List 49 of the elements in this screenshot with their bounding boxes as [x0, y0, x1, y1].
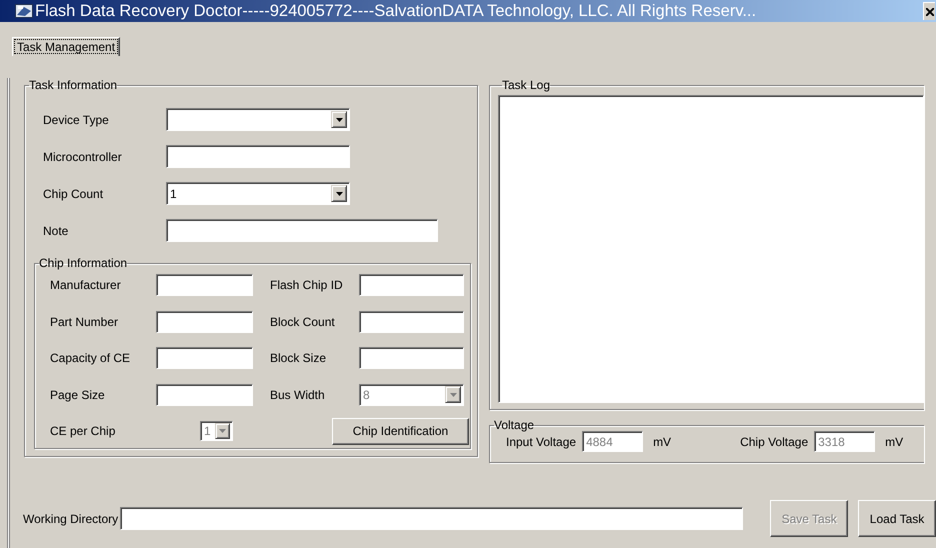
unit-label: mV: [885, 434, 904, 448]
field-label: Block Count: [270, 314, 336, 328]
text-field[interactable]: [156, 384, 253, 406]
field-label: Bus Width: [270, 388, 326, 402]
field-label: Manufacturer: [50, 278, 122, 292]
dropdown-button[interactable]: [331, 185, 347, 202]
text-field[interactable]: [120, 507, 744, 530]
task-button[interactable]: Load Task: [858, 500, 936, 537]
field-label: Capacity of CE: [50, 351, 132, 365]
text-field[interactable]: [156, 274, 253, 296]
field-label: Flash Chip ID: [270, 278, 344, 292]
close-icon: [926, 8, 934, 16]
app-icon: [15, 3, 33, 19]
text-field: 4884: [582, 431, 644, 452]
field-label: Page Size: [50, 388, 106, 402]
tab[interactable]: Task Management: [12, 37, 120, 56]
field-label: Microcontroller: [43, 150, 123, 164]
caret-icon: [336, 118, 342, 122]
text-field[interactable]: [166, 219, 438, 242]
dropdown-button[interactable]: [331, 111, 347, 128]
field-label: Part Number: [50, 314, 120, 328]
caret-icon: [336, 192, 342, 196]
dropdown[interactable]: 1: [166, 182, 350, 205]
unit-label: mV: [653, 434, 672, 448]
group-title: Chip Information: [39, 256, 128, 270]
field-label: Working Directory: [23, 512, 118, 526]
dropdown[interactable]: [166, 108, 350, 131]
field-label: CE per Chip: [50, 424, 116, 438]
text-field[interactable]: [156, 347, 253, 369]
field-label: Note: [43, 224, 70, 238]
field-label: Chip Voltage: [740, 434, 808, 448]
text-field[interactable]: [166, 145, 350, 168]
field-label: Device Type: [43, 112, 110, 126]
field-label: Block Size: [270, 351, 328, 365]
group-title: Task Information: [29, 78, 118, 92]
text-field[interactable]: [359, 310, 464, 332]
text-field[interactable]: [359, 347, 464, 369]
close-button[interactable]: [923, 2, 935, 20]
caret-icon: [450, 392, 456, 396]
caret-icon: [219, 429, 226, 433]
chip-identification-button[interactable]: Chip Identification: [332, 418, 469, 444]
group-title: Voltage: [494, 418, 534, 432]
group-title: Task Log: [502, 78, 550, 92]
text-field: 3318: [814, 431, 876, 452]
field-label: Input Voltage: [506, 434, 576, 448]
text-field[interactable]: [359, 274, 464, 296]
window-title: Flash Data Recovery Doctor-----924005772----SalvationDATA Technology, LLC. All Rights Reserv...: [35, 2, 758, 20]
text-field[interactable]: [156, 310, 253, 332]
field-label: Chip Count: [43, 186, 104, 200]
